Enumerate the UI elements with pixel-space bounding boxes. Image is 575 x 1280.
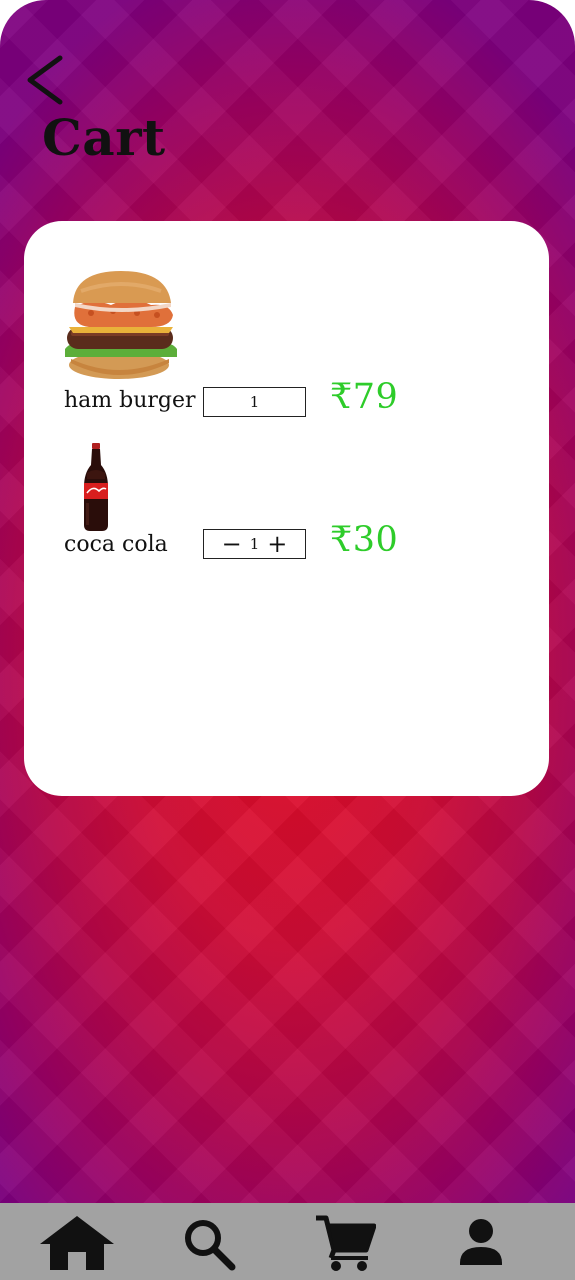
item-price: ₹79 [330, 377, 399, 417]
back-button[interactable] [22, 52, 70, 110]
bottom-nav [0, 1203, 575, 1280]
burger-image [65, 271, 177, 379]
quantity-value: 1 [249, 393, 260, 411]
increment-button[interactable]: + [259, 532, 295, 556]
nav-search-button[interactable] [182, 1217, 236, 1275]
item-name: ham burger [64, 388, 196, 413]
cart-card: ham burger 1 ₹79 coca cola − 1 + ₹30 [24, 221, 549, 796]
item-name: coca cola [64, 532, 168, 557]
nav-profile-button[interactable] [458, 1217, 504, 1271]
chevron-left-icon [27, 55, 63, 105]
quantity-field[interactable]: 1 [203, 387, 306, 417]
nav-home-button[interactable] [38, 1214, 116, 1274]
cola-bottle-image [84, 443, 108, 531]
item-price: ₹30 [330, 520, 399, 560]
nav-cart-button[interactable] [314, 1214, 377, 1276]
profile-icon [460, 1219, 502, 1265]
quantity-value: 1 [249, 535, 260, 553]
cart-icon [316, 1215, 377, 1271]
search-icon [185, 1220, 236, 1271]
quantity-stepper[interactable]: − 1 + [203, 529, 306, 559]
page-title: Cart [42, 108, 166, 167]
decrement-button[interactable]: − [214, 532, 250, 556]
cart-screen: Cart ham burger 1 ₹79 coca cola − 1 + ₹3… [0, 0, 575, 1280]
home-icon [40, 1216, 114, 1270]
